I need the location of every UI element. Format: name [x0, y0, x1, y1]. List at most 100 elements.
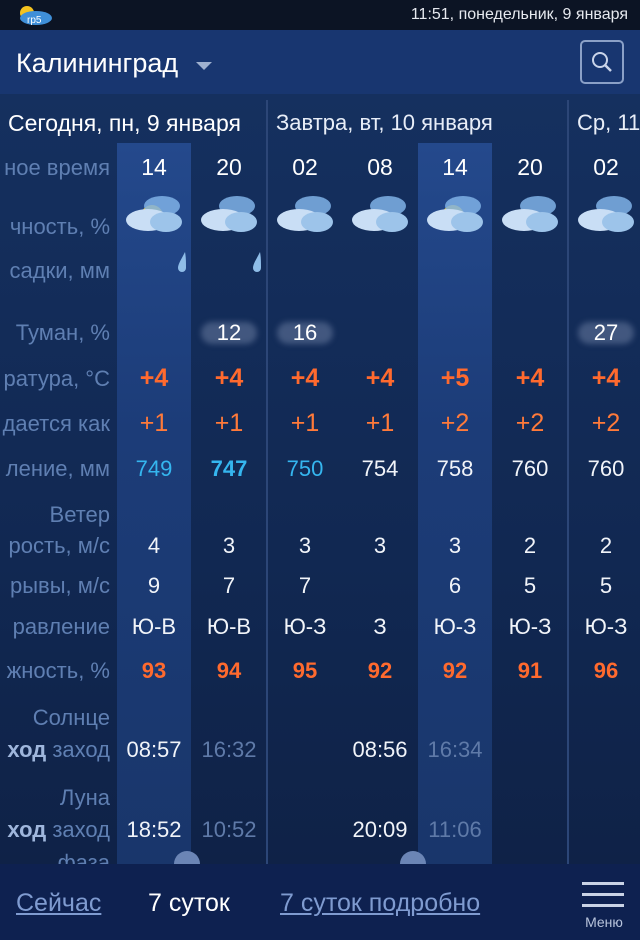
cloud-moon-icon	[578, 196, 634, 232]
nav-7-days-current[interactable]: 7 суток	[148, 889, 230, 918]
nav-now-link[interactable]: Сейчас	[16, 889, 101, 918]
feels-like-cell: +1	[139, 409, 169, 437]
gust-cell: 7	[222, 573, 236, 598]
humidity-cell: 91	[517, 658, 543, 683]
wind-speed-cell: 3	[373, 533, 387, 558]
wind-speed-cell: 3	[448, 533, 462, 558]
hour-cell: 02	[292, 154, 318, 180]
row-label-direction: равление	[12, 614, 110, 639]
row-label-feels-like: дается как	[2, 411, 110, 436]
wind-direction-cell: З	[373, 614, 387, 639]
moonset-label: заход	[46, 817, 110, 842]
cloud-moon-icon	[352, 196, 408, 232]
wind-speed-cell: 2	[523, 533, 537, 558]
humidity-cell: 96	[593, 658, 619, 683]
sun-time-cell: 16:32	[201, 737, 257, 762]
wind-speed-cell: 3	[222, 533, 236, 558]
pressure-cell: 749	[135, 456, 173, 481]
row-label-wind-speed: рость, м/с	[8, 533, 110, 558]
hour-cell: 20	[517, 154, 543, 180]
hour-cell: 14	[442, 154, 468, 180]
menu-icon	[582, 882, 624, 885]
svg-text:rp5: rp5	[27, 15, 42, 26]
wind-speed-cell: 4	[147, 533, 161, 558]
wind-direction-cell: Ю-В	[206, 614, 252, 639]
feels-like-cell: +2	[591, 409, 621, 437]
pressure-cell: 758	[436, 456, 474, 481]
wind-speed-cell: 3	[298, 533, 312, 558]
nav-7-days-detailed-link[interactable]: 7 суток подробно	[280, 889, 480, 918]
gust-cell: 5	[523, 573, 537, 598]
wind-direction-cell: Ю-З	[283, 614, 327, 639]
gust-cell: 7	[298, 573, 312, 598]
city-selector[interactable]: Калининград	[16, 48, 178, 79]
moon-time-cell: 20:09	[352, 817, 408, 842]
row-label-wind: Ветер	[49, 502, 110, 527]
row-label-precipitation: садки, мм	[9, 258, 110, 283]
feels-like-cell: +1	[365, 409, 395, 437]
wind-direction-cell: Ю-З	[433, 614, 477, 639]
feels-like-cell: +2	[515, 409, 545, 437]
raindrop-icon	[253, 252, 261, 272]
temperature-cell: +4	[591, 364, 621, 392]
hour-cell: 14	[141, 154, 167, 180]
humidity-cell: 94	[216, 658, 242, 683]
row-label-fog: Туман, %	[15, 320, 110, 345]
status-time: 11:51, понедельник, 9 января	[410, 6, 628, 23]
fog-cell: 27	[593, 320, 619, 345]
cloud-sun-rain-icon	[126, 196, 182, 232]
pressure-cell: 754	[361, 456, 399, 481]
chevron-down-icon[interactable]	[196, 62, 212, 70]
day-divider	[266, 100, 268, 864]
hour-cell: 02	[593, 154, 619, 180]
temperature-cell: +5	[440, 364, 470, 392]
wind-direction-cell: Ю-В	[131, 614, 177, 639]
sunrise-label: ход	[7, 737, 47, 762]
row-label-moon-phase: фаза	[57, 850, 110, 864]
search-button[interactable]	[580, 40, 624, 84]
temperature-cell: +4	[515, 364, 545, 392]
cloud-moon-icon	[277, 196, 333, 232]
pressure-cell: 760	[587, 456, 625, 481]
status-bar: rp5 11:51, понедельник, 9 января	[0, 0, 640, 30]
sun-time-cell: 16:34	[427, 737, 483, 762]
wind-direction-cell: Ю-З	[584, 614, 628, 639]
row-label-local-time: ное время	[4, 155, 110, 180]
row-label-temperature: ратура, °C	[3, 366, 110, 391]
day-header-wednesday: Ср, 11	[577, 110, 640, 135]
rp5-logo-icon: rp5	[20, 6, 52, 26]
raindrop-icon	[178, 252, 186, 272]
day-header-today: Сегодня, пн, 9 января	[8, 110, 241, 136]
row-label-sunrise-sunset: ход заход	[7, 737, 110, 763]
sunset-label: заход	[46, 737, 110, 762]
fog-cell: 12	[216, 320, 242, 345]
feels-like-cell: +1	[214, 409, 244, 437]
humidity-cell: 92	[442, 658, 468, 683]
day-divider	[567, 100, 569, 864]
feels-like-cell: +1	[290, 409, 320, 437]
wind-direction-cell: Ю-З	[508, 614, 552, 639]
day-header-tomorrow: Завтра, вт, 10 января	[276, 110, 493, 135]
fog-cell: 16	[292, 320, 318, 345]
search-icon	[592, 52, 612, 72]
cloud-moon-icon	[502, 196, 558, 232]
moon-time-cell: 10:52	[201, 817, 257, 842]
temperature-cell: +4	[290, 364, 320, 392]
pressure-cell: 750	[286, 456, 324, 481]
sun-time-cell: 08:56	[352, 737, 408, 762]
moon-time-cell: 11:06	[428, 817, 482, 842]
gust-cell: 5	[599, 573, 613, 598]
sun-time-cell: 08:57	[126, 737, 182, 762]
hour-cell: 08	[367, 154, 393, 180]
gust-cell: 9	[147, 573, 161, 598]
moonrise-label: ход	[7, 817, 47, 842]
cloud-moon-icon	[201, 196, 257, 232]
humidity-cell: 92	[367, 658, 393, 683]
row-label-moon: Луна	[59, 785, 110, 810]
pressure-cell: 760	[511, 456, 549, 481]
temperature-cell: +4	[139, 364, 169, 392]
menu-button[interactable]: Меню	[580, 880, 628, 934]
temperature-cell: +4	[214, 364, 244, 392]
humidity-cell: 95	[292, 658, 318, 683]
temperature-cell: +4	[365, 364, 395, 392]
